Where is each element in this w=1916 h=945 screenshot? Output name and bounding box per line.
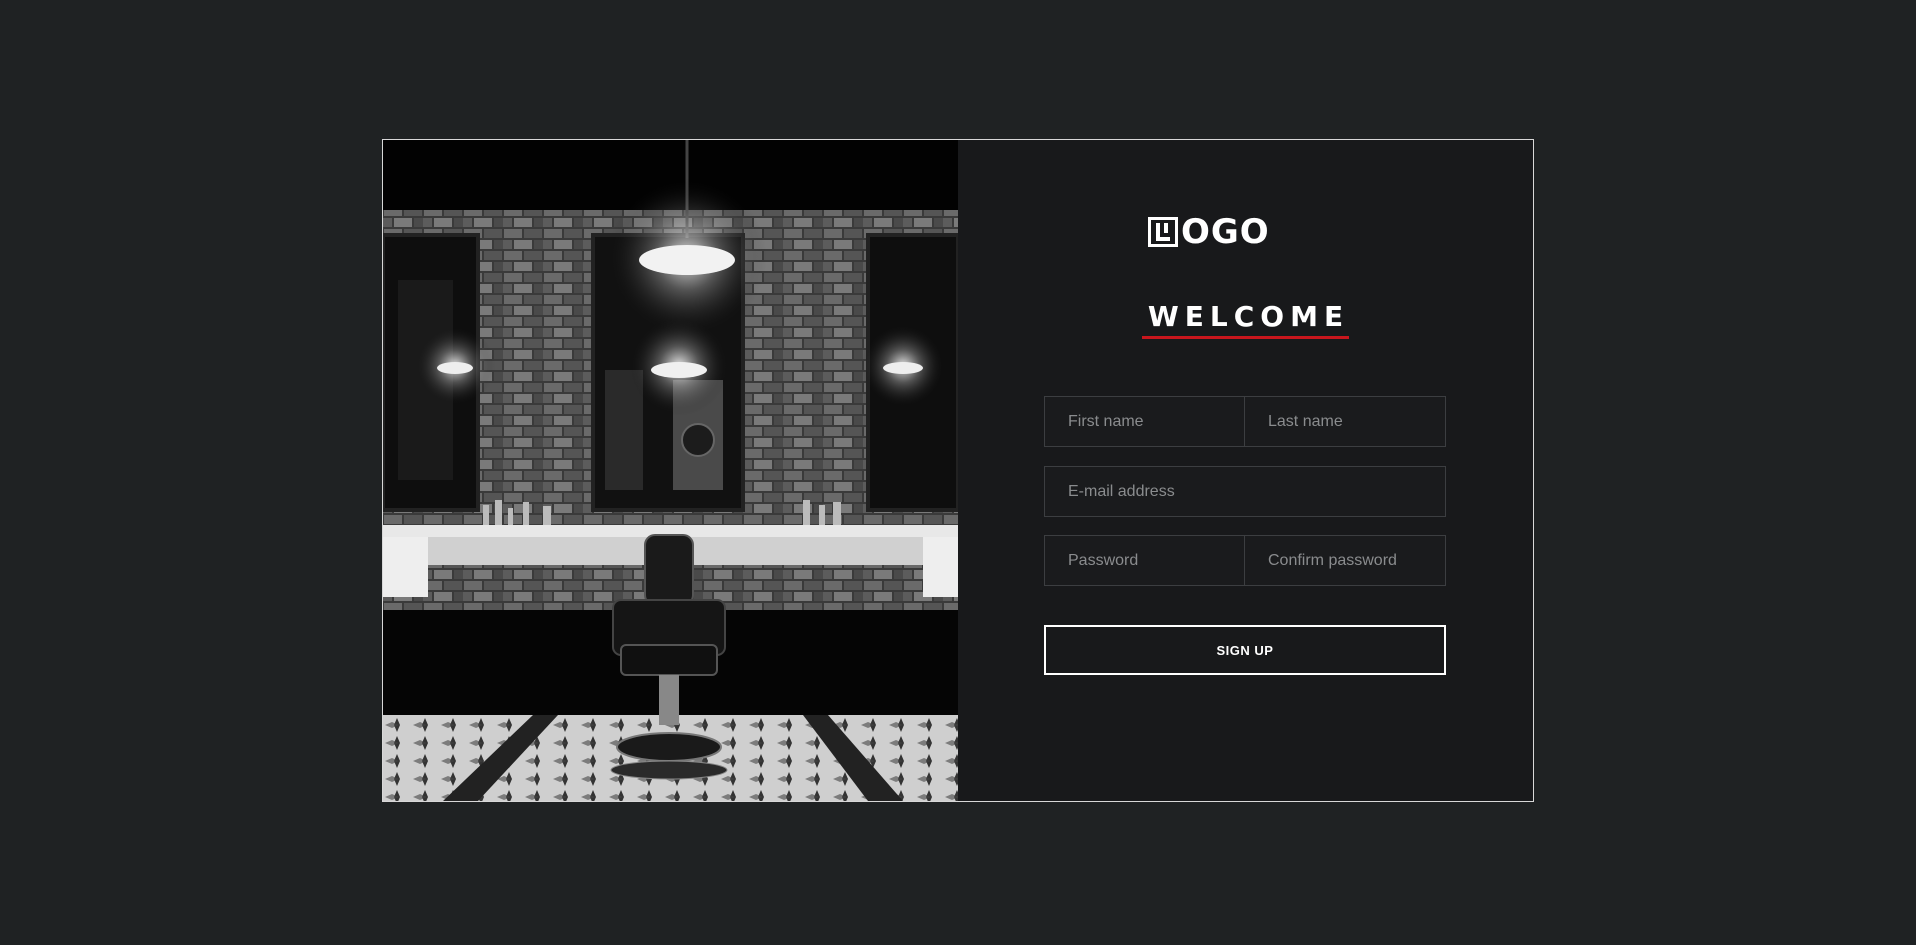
barbershop-image <box>383 140 958 801</box>
logo-text: OGO <box>1181 212 1270 252</box>
signup-card: OGO WELCOME First name Last name E-mail … <box>382 139 1534 802</box>
confirm-password-placeholder: Confirm password <box>1268 551 1397 569</box>
email-input[interactable]: E-mail address <box>1044 466 1446 517</box>
last-name-placeholder: Last name <box>1268 412 1343 430</box>
email-row: E-mail address <box>1044 466 1446 517</box>
confirm-password-input[interactable]: Confirm password <box>1244 535 1446 586</box>
sign-up-label: SIGN UP <box>1216 642 1274 658</box>
barbershop-photo <box>383 140 958 801</box>
password-row: Password Confirm password <box>1044 535 1446 586</box>
welcome-heading-wrap: WELCOME <box>958 300 1533 339</box>
first-name-placeholder: First name <box>1068 412 1144 430</box>
signup-form-panel: OGO WELCOME First name Last name E-mail … <box>958 140 1533 801</box>
email-placeholder: E-mail address <box>1068 482 1175 500</box>
password-placeholder: Password <box>1068 551 1139 569</box>
logo-mark-icon <box>1148 217 1178 247</box>
first-name-input[interactable]: First name <box>1044 396 1245 447</box>
password-input[interactable]: Password <box>1044 535 1245 586</box>
welcome-heading: WELCOME <box>1141 300 1350 339</box>
name-row: First name Last name <box>1044 396 1446 447</box>
last-name-input[interactable]: Last name <box>1244 396 1446 447</box>
logo: OGO <box>1148 212 1270 252</box>
sign-up-button[interactable]: SIGN UP <box>1044 625 1446 675</box>
